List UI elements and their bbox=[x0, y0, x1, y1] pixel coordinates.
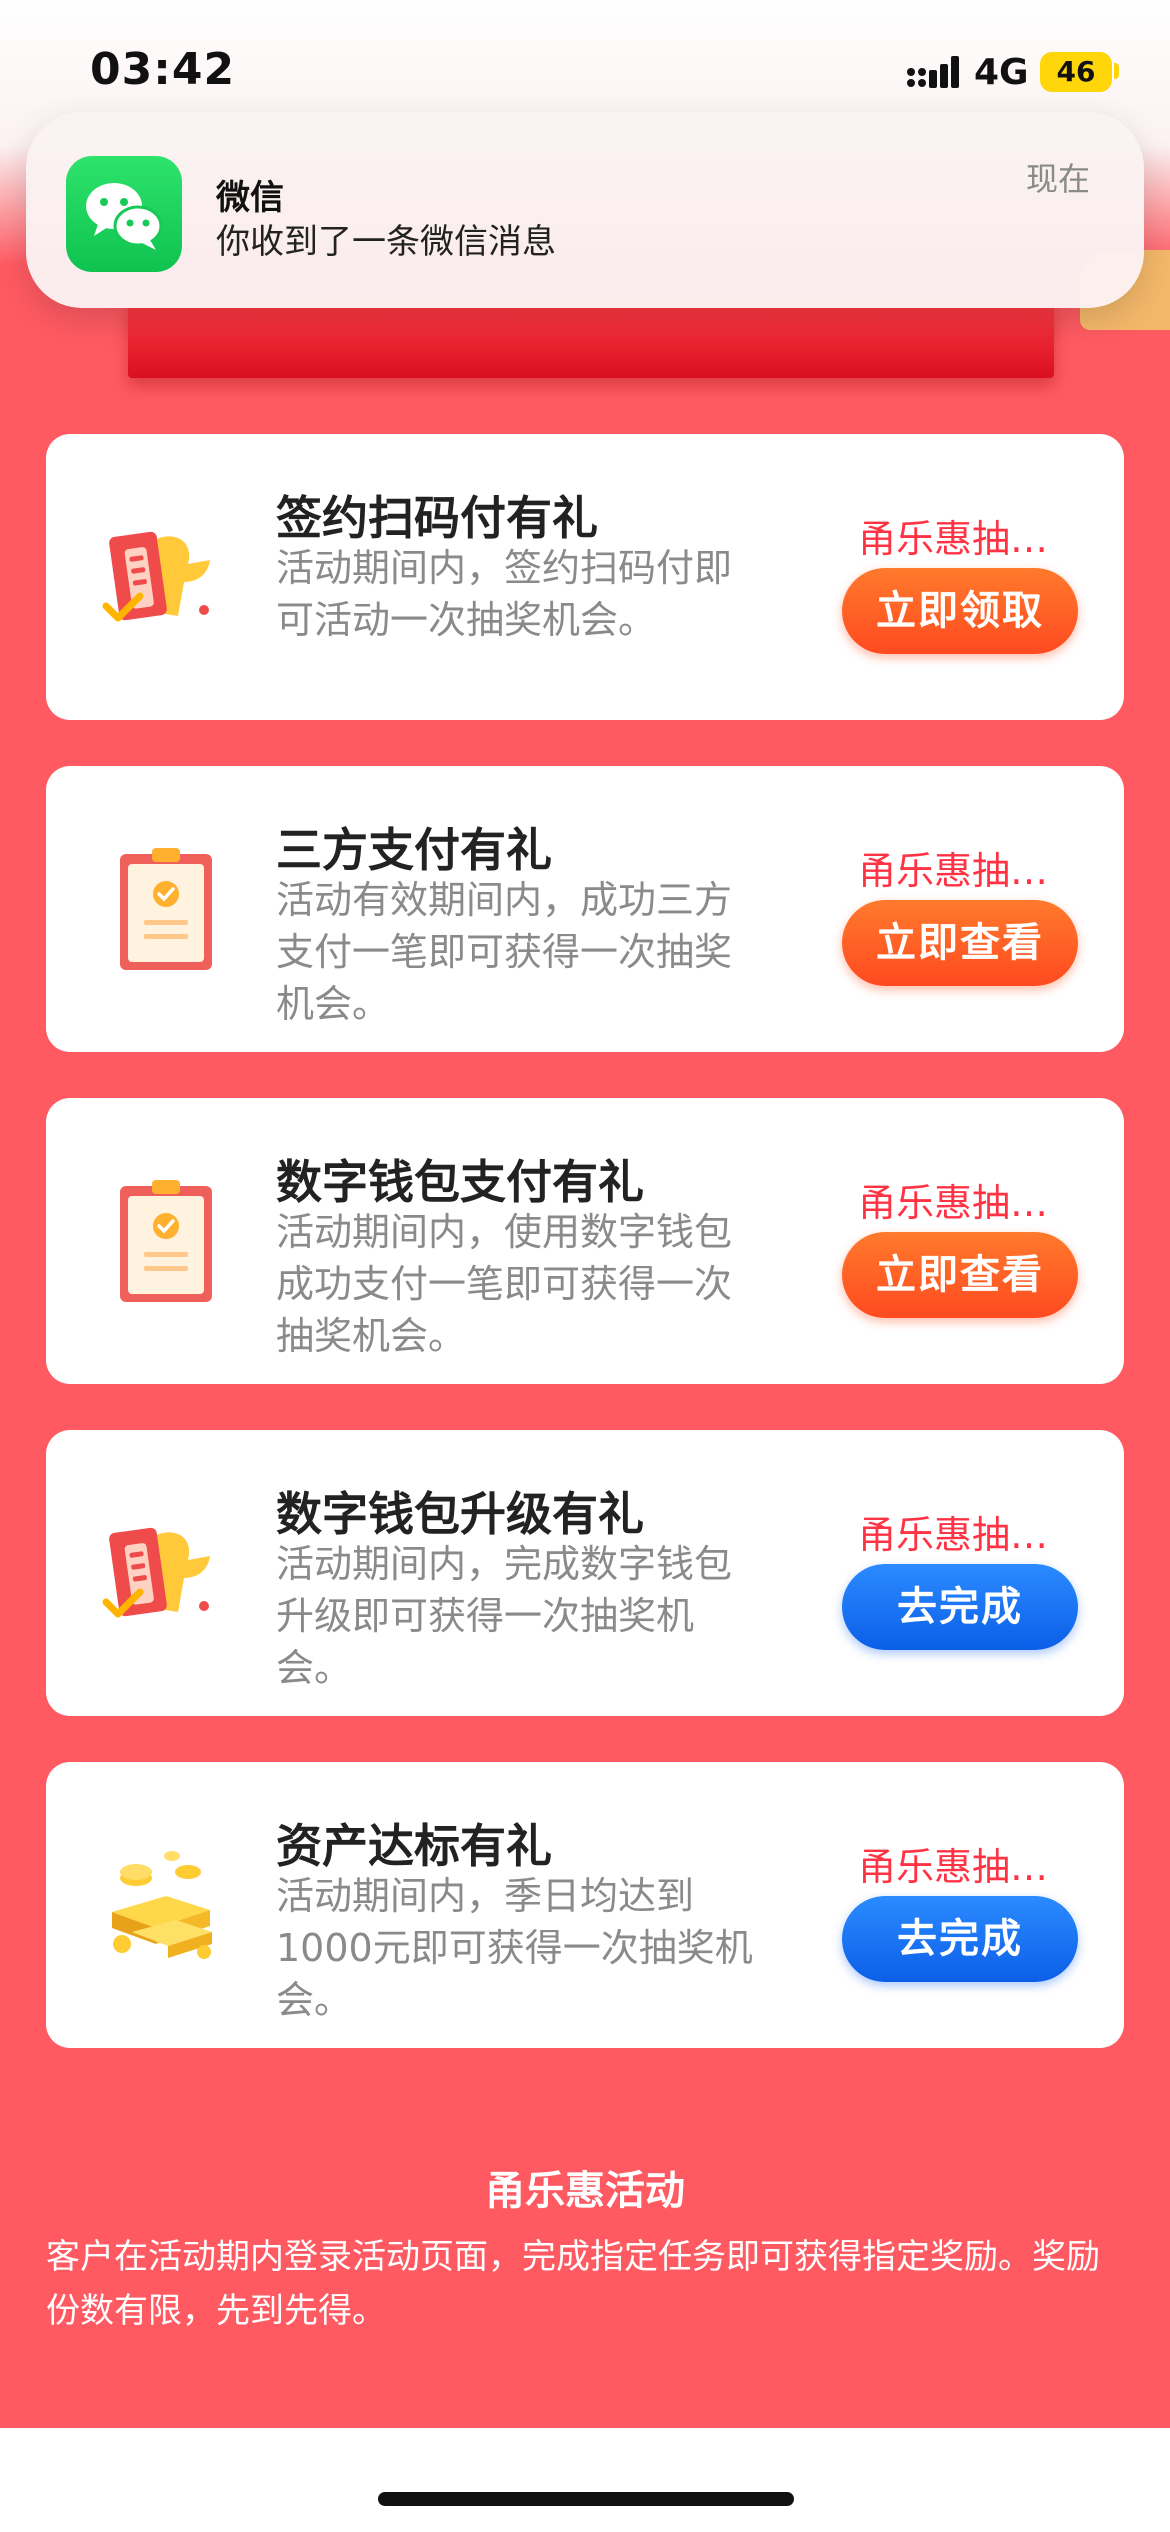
clipboard-check-icon bbox=[120, 1180, 212, 1302]
view-now-button[interactable]: 立即查看 bbox=[842, 900, 1078, 986]
decorative-red-banner bbox=[128, 300, 1054, 378]
cellular-signal-icon bbox=[907, 56, 959, 88]
status-time: 03:42 bbox=[90, 44, 236, 95]
wechat-icon bbox=[66, 156, 182, 272]
task-title: 三方支付有礼 bbox=[276, 823, 552, 877]
task-tag: 甬乐惠抽… bbox=[858, 1845, 1049, 1889]
wechat-notification-banner[interactable]: 微信 你收到了一条微信消息 现在 bbox=[26, 112, 1144, 308]
task-card-digital-wallet-pay: 数字钱包支付有礼 活动期间内，使用数字钱包成功支付一笔即可获得一次抽奖机会。 甬… bbox=[46, 1098, 1124, 1384]
task-description: 活动期间内，季日均达到1000元即可获得一次抽奖机会。 bbox=[276, 1874, 753, 2022]
activity-title: 甬乐惠活动 bbox=[485, 2168, 685, 2214]
task-tag: 甬乐惠抽… bbox=[858, 517, 1049, 561]
network-type: 4G bbox=[974, 52, 1029, 93]
task-card-sign-scan-pay: 签约扫码付有礼 活动期间内，签约扫码付即可活动一次抽奖机会。 甬乐惠抽… 立即领… bbox=[46, 434, 1124, 720]
battery-tip bbox=[1114, 63, 1119, 79]
task-card-asset-target: 资产达标有礼 活动期间内，季日均达到1000元即可获得一次抽奖机会。 甬乐惠抽…… bbox=[46, 1762, 1124, 2048]
battery-icon: 46 bbox=[1040, 52, 1112, 92]
gold-coins-icon bbox=[112, 1851, 212, 1959]
view-now-button[interactable]: 立即查看 bbox=[842, 1232, 1078, 1318]
notification-message: 你收到了一条微信消息 bbox=[216, 222, 556, 262]
activity-description: 客户在活动期内登录活动页面，完成指定任务即可获得指定奖励。奖励份数有限，先到先得… bbox=[46, 2237, 1100, 2331]
task-description: 活动期间内，签约扫码付即可活动一次抽奖机会。 bbox=[276, 546, 733, 642]
task-description: 活动期间内，完成数字钱包升级即可获得一次抽奖机会。 bbox=[276, 1542, 733, 1690]
task-title: 资产达标有礼 bbox=[276, 1819, 552, 1873]
go-complete-button[interactable]: 去完成 bbox=[842, 1896, 1078, 1982]
notification-time: 现在 bbox=[1025, 160, 1090, 198]
task-card-third-party-pay: 三方支付有礼 活动有效期间内，成功三方支付一笔即可获得一次抽奖机会。 甬乐惠抽…… bbox=[46, 766, 1124, 1052]
notification-app-name: 微信 bbox=[216, 178, 284, 218]
task-tag: 甬乐惠抽… bbox=[858, 1181, 1049, 1225]
task-title: 数字钱包支付有礼 bbox=[276, 1155, 644, 1209]
clipboard-check-icon bbox=[120, 848, 212, 970]
task-title: 签约扫码付有礼 bbox=[276, 491, 598, 545]
bottom-bar bbox=[0, 2428, 1170, 2532]
claim-now-button[interactable]: 立即领取 bbox=[842, 568, 1078, 654]
task-description: 活动期间内，使用数字钱包成功支付一笔即可获得一次抽奖机会。 bbox=[276, 1210, 733, 1358]
receipt-check-icon bbox=[102, 531, 210, 622]
task-description: 活动有效期间内，成功三方支付一笔即可获得一次抽奖机会。 bbox=[276, 878, 733, 1026]
task-title: 数字钱包升级有礼 bbox=[276, 1487, 644, 1541]
home-indicator[interactable] bbox=[378, 2492, 794, 2506]
go-complete-button[interactable]: 去完成 bbox=[842, 1564, 1078, 1650]
task-tag: 甬乐惠抽… bbox=[858, 1513, 1049, 1557]
task-card-digital-wallet-upgrade: 数字钱包升级有礼 活动期间内，完成数字钱包升级即可获得一次抽奖机会。 甬乐惠抽…… bbox=[46, 1430, 1124, 1716]
receipt-check-icon bbox=[102, 1527, 210, 1618]
task-tag: 甬乐惠抽… bbox=[858, 849, 1049, 893]
